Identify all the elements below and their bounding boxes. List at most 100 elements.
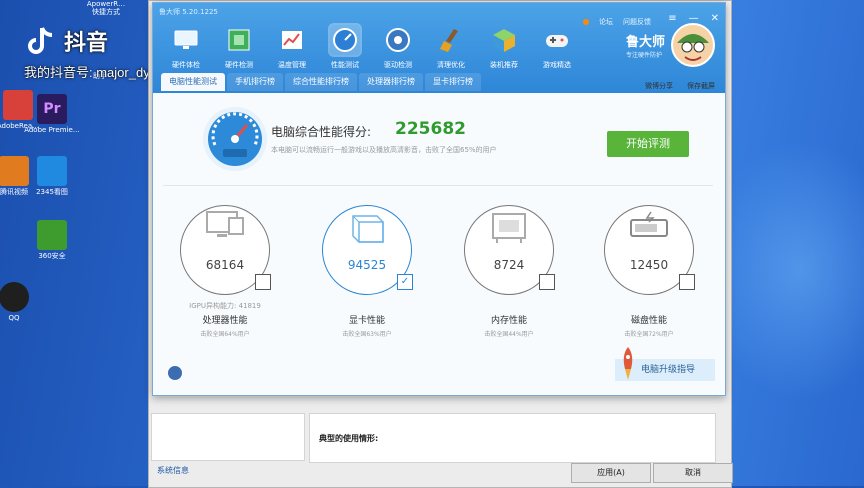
video-icon	[0, 156, 29, 186]
monitor-icon	[206, 211, 244, 237]
security-icon	[37, 220, 67, 250]
nav-games[interactable]: 游戏精选	[532, 25, 582, 70]
component-memory: 8724 内存性能 击败全国44%用户	[445, 205, 573, 338]
desktop-icon-premiere[interactable]: Pr Adobe Premie…	[22, 94, 82, 134]
tab-phone-ranking[interactable]: 手机排行榜	[227, 73, 283, 91]
tab-cpu-ranking[interactable]: 处理器排行榜	[359, 73, 423, 91]
nav-driver[interactable]: 驱动检测	[373, 25, 423, 70]
premiere-icon: Pr	[37, 94, 67, 124]
gpu-extra	[303, 301, 431, 310]
nav-label: 硬件体检	[172, 61, 200, 69]
forum-link[interactable]: 论坛	[599, 17, 613, 27]
ludashi-window: 鲁大师 5.20.1225 论坛 问题反馈 ≡ — ✕ 硬件体检 硬件检测 温度…	[152, 2, 726, 396]
divider	[163, 185, 713, 186]
mascot-avatar	[671, 23, 715, 67]
cpu-score-circle[interactable]: 68164	[180, 205, 271, 295]
cpu-checkbox[interactable]	[255, 274, 271, 290]
igpu-score: IGPU异构能力: 41819	[189, 302, 261, 310]
component-cpu: 68164 IGPU异构能力: 41819 处理器性能 击败全国64%用户	[161, 205, 289, 338]
speedometer-icon	[203, 107, 267, 171]
gpu-score-circle[interactable]: 94525 ✓	[322, 205, 413, 295]
nav-label: 性能测试	[331, 61, 359, 69]
memory-score-circle[interactable]: 8724	[464, 205, 555, 295]
nav-performance-test[interactable]: 性能测试	[320, 25, 370, 70]
gpu-checkbox[interactable]: ✓	[397, 274, 413, 290]
nav-label: 硬件检测	[225, 61, 253, 69]
tab-gpu-ranking[interactable]: 显卡排行榜	[425, 73, 481, 91]
memory-checkbox[interactable]	[539, 274, 555, 290]
score-value: 225682	[395, 119, 466, 139]
cancel-button[interactable]: 取消	[653, 463, 733, 483]
desktop-icon-label: 腾讯视频	[0, 188, 28, 196]
gpu-score: 94525	[347, 258, 387, 272]
disk-checkbox[interactable]	[679, 274, 695, 290]
rocket-icon	[623, 347, 633, 380]
nav-label: 装机推荐	[490, 61, 518, 69]
disk-label: 磁盘性能	[630, 316, 667, 326]
disk-score-circle[interactable]: 12450	[604, 205, 695, 295]
typical-usage-label: 典型的使用情形:	[319, 434, 379, 443]
watermark-account: 我的抖音号: major_dyx	[24, 65, 157, 80]
memory-beat: 击败全国44%用户	[484, 331, 534, 338]
board-icon	[228, 29, 250, 51]
gear-icon	[386, 28, 410, 52]
weibo-share-link[interactable]: 微博分享	[645, 81, 673, 91]
desktop-icon-apower[interactable]: ApowerR… 快捷方式	[76, 0, 136, 16]
tab-bar: 电脑性能测试 手机排行榜 综合性能排行榜 处理器排行榜 显卡排行榜	[161, 73, 481, 91]
brand-name: 鲁大师	[625, 35, 665, 50]
main-nav: 硬件体检 硬件检测 温度管理 性能测试 驱动检测 清理优化 装机推荐 游戏精选	[161, 25, 582, 70]
nav-label: 清理优化	[437, 61, 465, 69]
gpu-beat: 击败全国63%用户	[342, 331, 392, 338]
chart-icon	[282, 31, 302, 49]
cpu-beat: 击败全国64%用户	[200, 331, 250, 338]
tab-pc-performance[interactable]: 电脑性能测试	[161, 73, 225, 91]
component-gpu: 94525 ✓ 显卡性能 击败全国63%用户	[303, 205, 431, 338]
disk-score: 12450	[629, 258, 669, 272]
memory-score: 8724	[493, 258, 525, 272]
share-actions: 微博分享 保存截屏	[645, 81, 715, 91]
douyin-watermark: 抖音 我的抖音号: major_dyx	[24, 24, 156, 81]
disk-beat: 击败全国72%用户	[624, 331, 674, 338]
score-description: 本电脑可以流畅运行一般游戏以及播放高清影音，击败了全国65%的用户	[271, 146, 497, 154]
desktop-icon-video[interactable]: 腾讯视频	[0, 156, 44, 196]
desktop-icon-security[interactable]: 360安全	[22, 220, 82, 260]
notification-dot-icon	[583, 19, 589, 25]
broom-icon	[440, 29, 458, 52]
memory-chip-icon	[492, 213, 526, 243]
score-label: 电脑综合性能得分:	[271, 125, 372, 139]
desktop-icon-label: 360安全	[38, 252, 66, 260]
component-disk: 12450 磁盘性能 击败全国72%用户	[585, 205, 713, 338]
app-title: 鲁大师 5.20.1225	[159, 8, 218, 16]
gamepad-icon	[546, 35, 568, 47]
desktop-icon-label: ApowerR…	[86, 0, 126, 8]
nav-label: 温度管理	[278, 61, 306, 69]
gpu-label: 显卡性能	[348, 316, 385, 326]
desktop-icon-qq[interactable]: QQ	[0, 282, 44, 322]
cube-icon	[493, 29, 515, 52]
nav-temperature[interactable]: 温度管理	[267, 25, 317, 70]
brand-slogan: 专注硬件防护	[625, 52, 662, 59]
background-dialog-footer: 典型的使用情形: 系统信息 应用(A) 取消	[149, 397, 733, 487]
nav-hardware-detect[interactable]: 硬件检测	[214, 25, 264, 70]
nav-build-recommend[interactable]: 装机推荐	[479, 25, 529, 70]
monitor-icon	[174, 30, 198, 49]
disk-extra	[585, 301, 713, 310]
performance-content: 微博分享 保存截屏 电脑综合性能得分: 225682 本电脑可以流畅运行一般游戏…	[153, 82, 725, 395]
desktop-icon-label: QQ	[8, 314, 20, 322]
background-left-panel	[151, 413, 305, 461]
system-info-link[interactable]: 系统信息	[157, 465, 189, 476]
tab-overall-ranking[interactable]: 综合性能排行榜	[285, 73, 357, 91]
watermark-app-name: 抖音	[64, 30, 109, 55]
nav-hardware-check[interactable]: 硬件体检	[161, 25, 211, 70]
save-screenshot-link[interactable]: 保存截屏	[687, 81, 715, 91]
ludashi-logo-icon	[167, 365, 183, 381]
apply-button[interactable]: 应用(A)	[571, 463, 651, 483]
cpu-label: 处理器性能	[202, 316, 248, 326]
speedometer-icon	[330, 25, 360, 55]
title-bar: 鲁大师 5.20.1225 论坛 问题反馈 ≡ — ✕ 硬件体检 硬件检测 温度…	[153, 3, 725, 93]
mascot-icon	[677, 34, 709, 61]
brand: 鲁大师 专注硬件防护	[626, 23, 715, 67]
nav-label: 驱动检测	[384, 61, 412, 69]
start-test-button[interactable]: 开始评测	[607, 131, 689, 157]
nav-cleanup[interactable]: 清理优化	[426, 25, 476, 70]
